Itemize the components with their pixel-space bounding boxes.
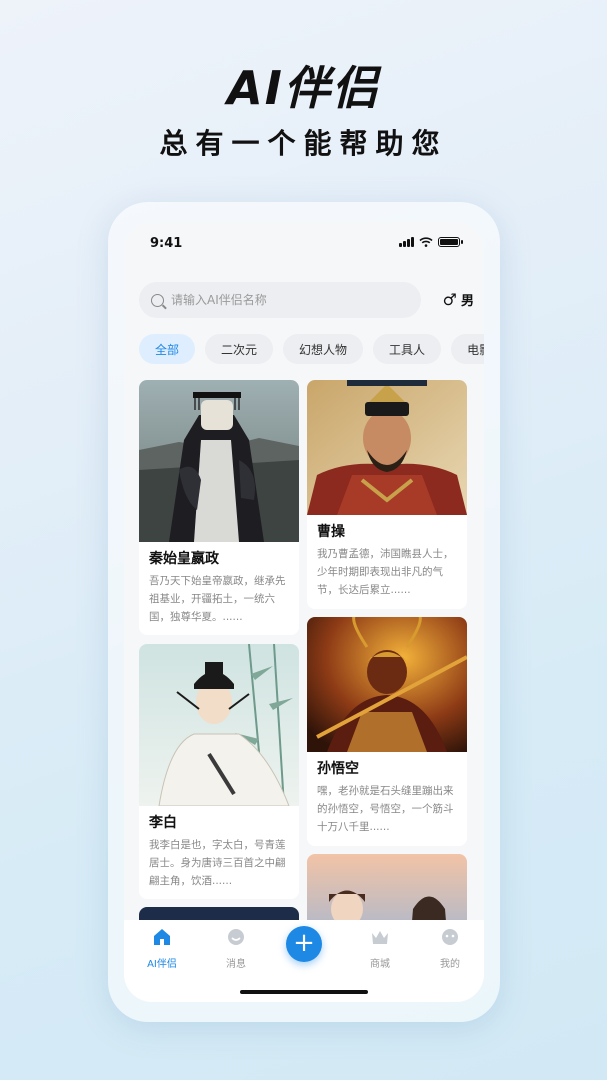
home-icon	[154, 929, 170, 945]
bottom-nav: AI伴侣 消息 + 商城 我的	[124, 920, 484, 1002]
companion-name: 孙悟空	[317, 761, 359, 777]
signal-icon	[399, 237, 414, 247]
status-time: 9:41	[150, 236, 183, 251]
companion-desc: 嘿，老孙就是石头缝里蹦出来的孙悟空，号悟空，一个筋斗十万八千里......	[317, 785, 454, 833]
companion-image	[139, 380, 299, 542]
companion-card-qinshihuang[interactable]: 秦始皇嬴政 吾乃天下始皇帝嬴政，继承先祖基业，开疆拓土，一统六国，独尊华夏。..…	[139, 380, 299, 635]
category-tabs: 全部 二次元 幻想人物 工具人 电影	[139, 334, 484, 364]
crown-icon	[372, 931, 388, 944]
status-bar: 9:41	[124, 222, 484, 266]
message-icon	[228, 929, 244, 945]
nav-profile[interactable]: 我的	[420, 928, 480, 970]
companion-card-caocao[interactable]: 曹操 我乃曹孟德，沛国瞧县人士，少年时期即表现出非凡的气节，长达后累立.....…	[307, 380, 467, 609]
companion-name: 秦始皇嬴政	[149, 551, 219, 567]
companion-image	[307, 380, 467, 515]
companion-desc: 我乃曹孟德，沛国瞧县人士，少年时期即表现出非凡的气节，长达后累立......	[317, 548, 454, 596]
nav-store[interactable]: 商城	[350, 928, 410, 970]
tab-fantasy[interactable]: 幻想人物	[283, 334, 364, 364]
nav-home-label: AI伴侣	[147, 959, 177, 970]
gender-toggle[interactable]: ♂ 男	[443, 290, 474, 309]
tab-all[interactable]: 全部	[139, 334, 196, 364]
companion-desc: 吾乃天下始皇帝嬴政，继承先祖基业，开疆拓土，一统六国，独尊华夏。......	[149, 575, 286, 623]
companion-card-libai[interactable]: 李白 我李白是也，字太白，号青莲居士。身为唐诗三百首之中翩翩主角，饮酒.....…	[139, 644, 299, 899]
promo-title: AI伴侣	[227, 61, 380, 115]
promo-subtitle: 总有一个能帮助您	[159, 127, 448, 160]
companion-name: 李白	[149, 815, 177, 831]
battery-icon	[438, 237, 463, 247]
companion-name: 曹操	[317, 524, 345, 540]
search-box[interactable]	[139, 282, 421, 318]
tab-movie[interactable]: 电影	[451, 334, 484, 364]
nav-messages[interactable]: 消息	[206, 928, 266, 970]
nav-home[interactable]: AI伴侣	[132, 928, 192, 970]
home-indicator	[240, 990, 368, 994]
add-button[interactable]: +	[286, 926, 322, 962]
companion-image	[139, 644, 299, 806]
wifi-icon	[419, 237, 433, 247]
profile-icon	[442, 929, 458, 945]
tab-anime[interactable]: 二次元	[205, 334, 274, 364]
search-input[interactable]	[171, 293, 411, 307]
search-icon	[151, 293, 164, 307]
nav-profile-label: 我的	[440, 959, 460, 970]
gender-label: 男	[460, 294, 474, 309]
companion-desc: 我李白是也，字太白，号青莲居士。身为唐诗三百首之中翩翩主角，饮酒......	[149, 839, 286, 887]
phone-screen: 9:41 ♂ 男 全部 二次元 幻想人物 工具人 电影	[124, 222, 484, 1002]
tab-tools[interactable]: 工具人	[373, 334, 442, 364]
nav-store-label: 商城	[370, 959, 390, 970]
companion-image	[307, 617, 467, 752]
male-icon: ♂	[442, 290, 457, 309]
status-icons	[399, 237, 463, 247]
nav-messages-label: 消息	[226, 959, 246, 970]
search-row: ♂ 男	[139, 282, 474, 318]
companion-card-sunwukong[interactable]: 孙悟空 嘿，老孙就是石头缝里蹦出来的孙悟空，号悟空，一个筋斗十万八千里.....…	[307, 617, 467, 846]
